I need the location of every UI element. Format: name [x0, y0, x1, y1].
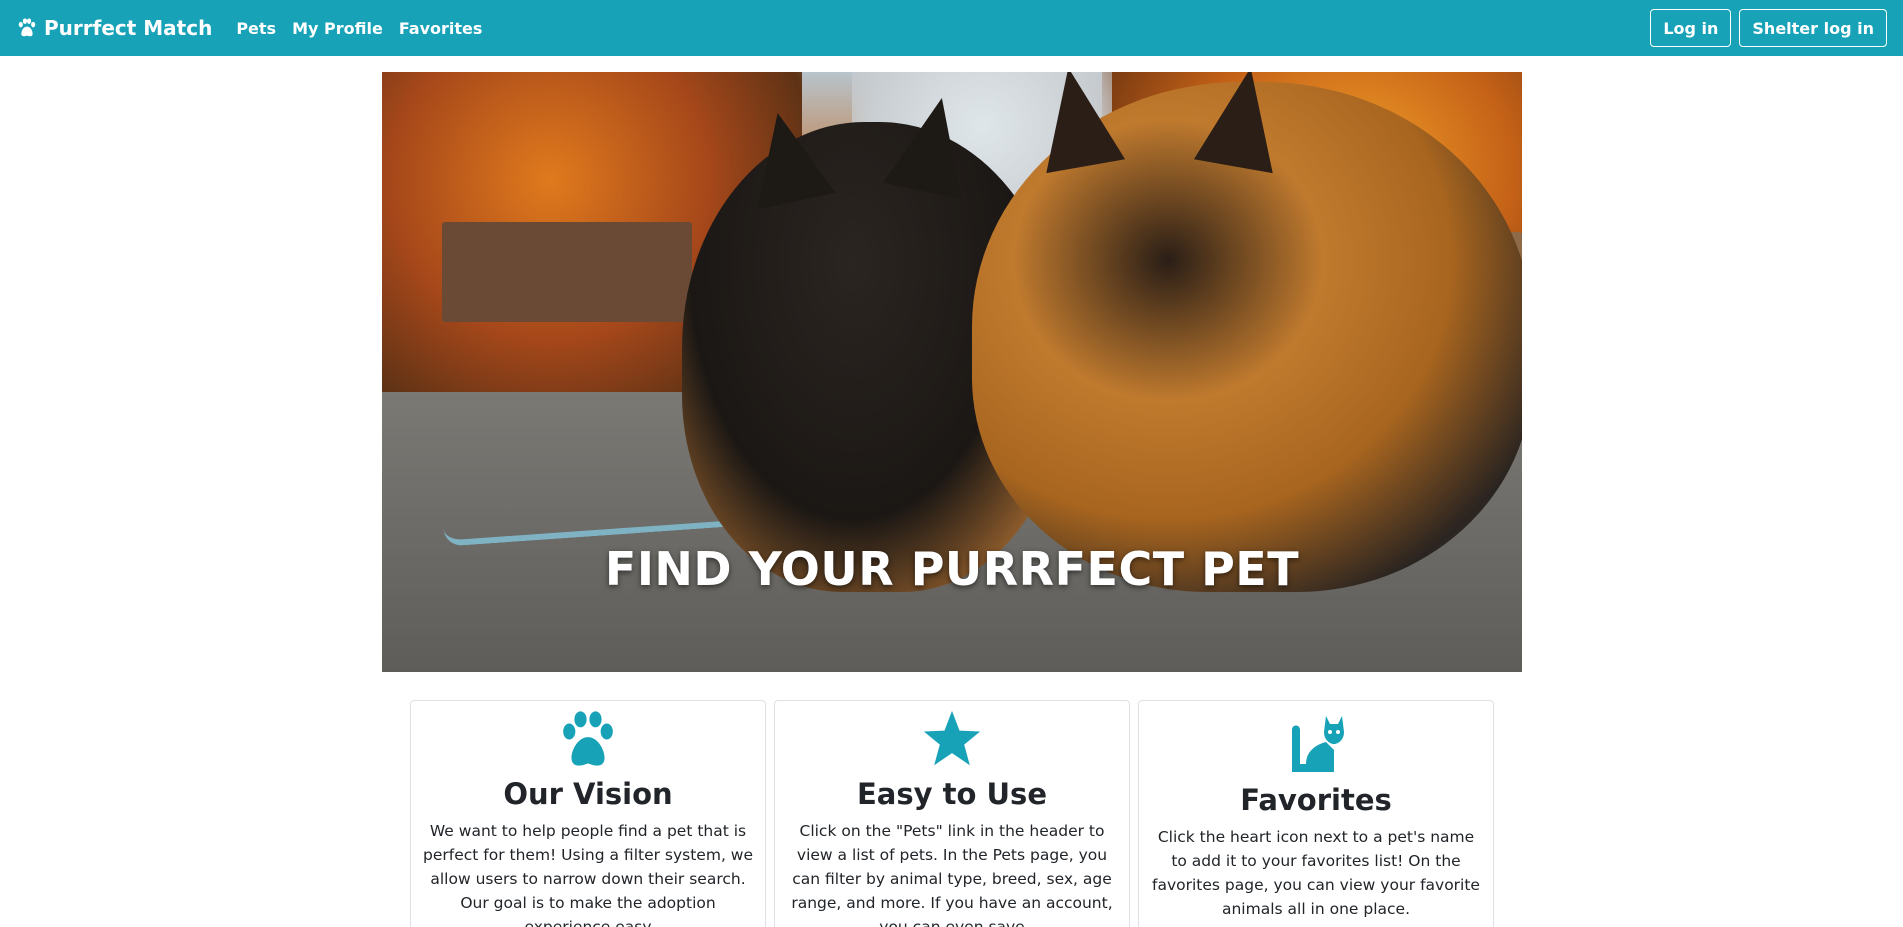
card-title: Easy to Use: [856, 777, 1047, 811]
nav-link-favorites[interactable]: Favorites: [399, 19, 483, 38]
card-title: Our Vision: [503, 777, 673, 811]
card-title: Favorites: [1240, 783, 1392, 817]
nav-link-my-profile[interactable]: My Profile: [292, 19, 383, 38]
shelter-login-button[interactable]: Shelter log in: [1739, 9, 1887, 47]
card-text: Click the heart icon next to a pet's nam…: [1152, 828, 1480, 918]
card-text: We want to help people find a pet that i…: [423, 822, 754, 927]
card-easy-to-use: Easy to Use Click on the "Pets" link in …: [774, 700, 1130, 927]
hero-banner: FIND YOUR PURRFECT PET: [382, 72, 1522, 672]
hero-house-left: [442, 222, 692, 322]
star-icon: [923, 710, 981, 766]
brand-name: Purrfect Match: [44, 16, 213, 40]
feature-cards: Our Vision We want to help people find a…: [410, 700, 1494, 927]
paw-icon: [18, 18, 36, 37]
auth-buttons: Log in Shelter log in: [1650, 9, 1887, 47]
card-our-vision: Our Vision We want to help people find a…: [410, 700, 766, 927]
brand-link[interactable]: Purrfect Match: [16, 16, 212, 40]
cat-icon: [1292, 716, 1344, 772]
top-navbar: Purrfect Match Pets My Profile Favorites…: [0, 0, 1903, 56]
hero-dog-ear: [1028, 72, 1126, 174]
hero-dog-ear: [738, 104, 836, 210]
login-button[interactable]: Log in: [1650, 9, 1732, 47]
card-favorites: Favorites Click the heart icon next to a…: [1138, 700, 1494, 927]
hero-title: FIND YOUR PURRFECT PET: [604, 542, 1300, 596]
paw-icon: [563, 711, 613, 766]
nav-link-pets[interactable]: Pets: [236, 19, 276, 38]
card-text: Click on the "Pets" link in the header t…: [791, 822, 1113, 927]
